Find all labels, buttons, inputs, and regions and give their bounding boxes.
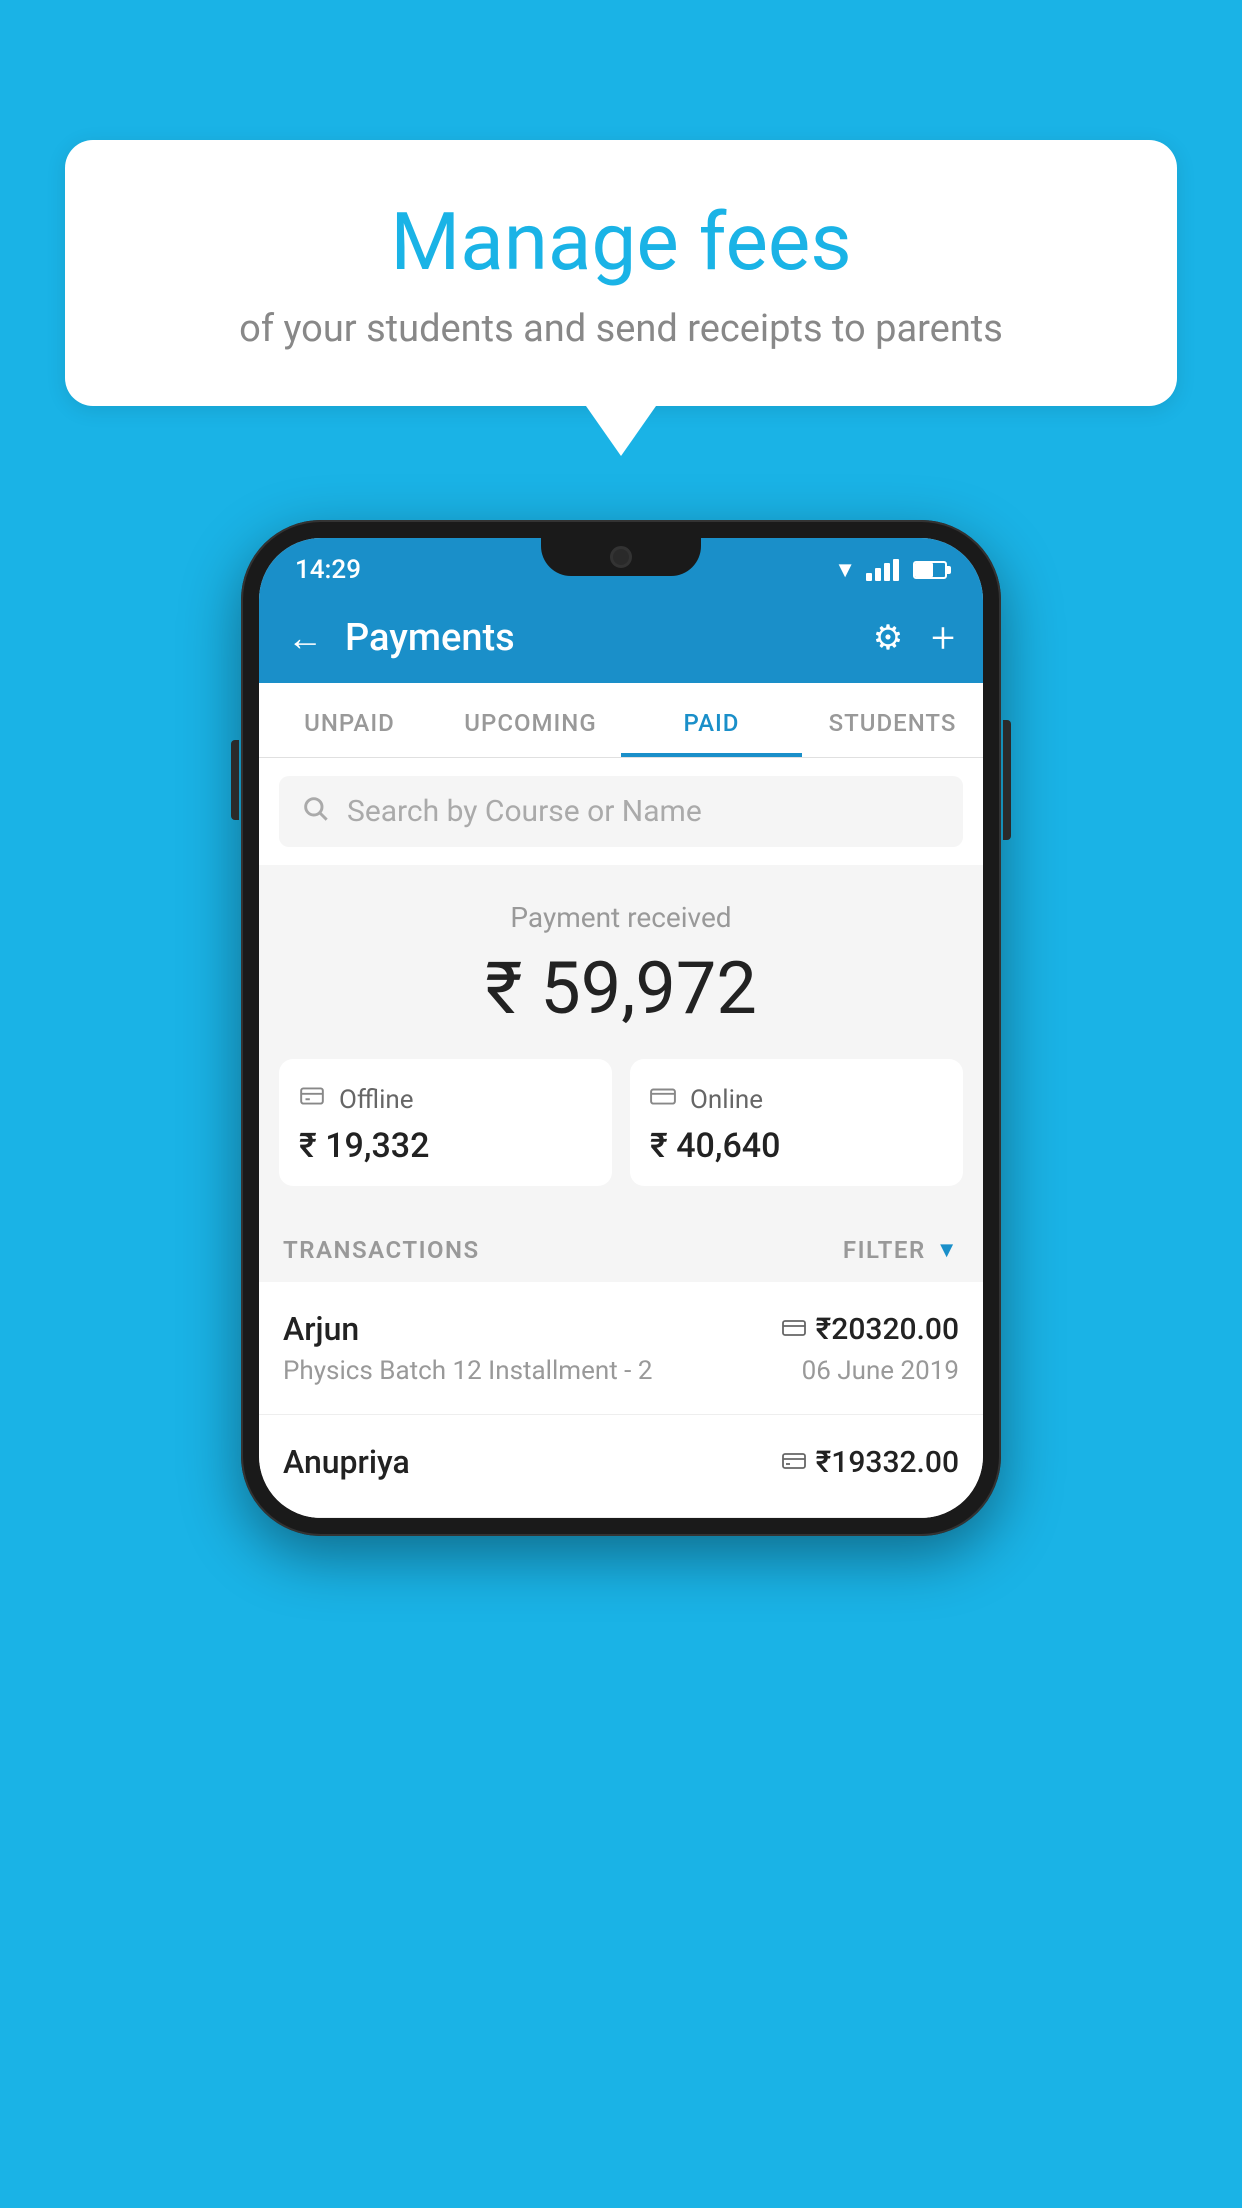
- app-header: ← Payments ⚙ +: [259, 593, 983, 683]
- battery-icon: [913, 561, 947, 579]
- bubble-subtitle: of your students and send receipts to pa…: [125, 307, 1117, 351]
- transactions-header: TRANSACTIONS FILTER ▼: [259, 1214, 983, 1282]
- wifi-icon: ▼: [834, 557, 856, 583]
- transaction-name-anupriya: Anupriya: [283, 1443, 410, 1481]
- payment-cards: Offline ₹ 19,332: [279, 1059, 963, 1186]
- filter-button[interactable]: FILTER ▼: [843, 1236, 959, 1264]
- tab-unpaid[interactable]: UNPAID: [259, 683, 440, 757]
- tab-students[interactable]: STUDENTS: [802, 683, 983, 757]
- transactions-label: TRANSACTIONS: [283, 1236, 480, 1264]
- add-button[interactable]: +: [931, 614, 955, 663]
- speech-bubble-arrow: [586, 406, 656, 456]
- offline-payment-icon: [299, 1083, 325, 1116]
- offline-payment-card: Offline ₹ 19,332: [279, 1059, 612, 1186]
- phone-notch: [541, 538, 701, 576]
- search-input-wrapper[interactable]: Search by Course or Name: [279, 776, 963, 847]
- transaction-amount-anupriya: ₹19332.00: [816, 1445, 959, 1480]
- front-camera: [610, 546, 632, 568]
- settings-icon[interactable]: ⚙: [873, 618, 903, 658]
- transaction-amount-arjun: ₹20320.00: [816, 1312, 959, 1347]
- phone-screen: 14:29 ▼: [259, 538, 983, 1518]
- signal-bars-icon: [866, 559, 899, 581]
- transaction-amount-wrap-anupriya: ₹19332.00: [782, 1445, 959, 1480]
- status-icons: ▼: [834, 557, 947, 583]
- payment-received-label: Payment received: [279, 901, 963, 934]
- filter-label: FILTER: [843, 1236, 926, 1264]
- transaction-top-anupriya: Anupriya ₹19332.00: [283, 1443, 959, 1481]
- transaction-name-arjun: Arjun: [283, 1310, 359, 1348]
- transaction-top-arjun: Arjun ₹20320.00: [283, 1310, 959, 1348]
- online-card-header: Online: [650, 1083, 943, 1116]
- phone-outer: 14:29 ▼: [241, 520, 1001, 1536]
- status-time: 14:29: [295, 555, 361, 585]
- search-placeholder-text: Search by Course or Name: [347, 794, 702, 829]
- phone-device: 14:29 ▼: [241, 520, 1001, 1536]
- speech-bubble-container: Manage fees of your students and send re…: [65, 140, 1177, 456]
- back-button[interactable]: ←: [287, 617, 323, 659]
- offline-card-header: Offline: [299, 1083, 592, 1116]
- filter-icon: ▼: [936, 1237, 959, 1263]
- offline-label: Offline: [339, 1085, 414, 1115]
- online-label: Online: [690, 1085, 763, 1115]
- tab-upcoming[interactable]: UPCOMING: [440, 683, 621, 757]
- search-icon: [301, 794, 329, 829]
- online-amount: ₹ 40,640: [650, 1126, 943, 1166]
- speech-bubble: Manage fees of your students and send re…: [65, 140, 1177, 406]
- page-title: Payments: [345, 616, 873, 660]
- table-row[interactable]: Arjun ₹20320.00 Physics Batch 12 Install…: [259, 1282, 983, 1415]
- payment-total-amount: ₹ 59,972: [279, 946, 963, 1031]
- table-row[interactable]: Anupriya ₹19332.00: [259, 1415, 983, 1518]
- transaction-course-arjun: Physics Batch 12 Installment - 2: [283, 1356, 652, 1386]
- transaction-bottom-arjun: Physics Batch 12 Installment - 2 06 June…: [283, 1356, 959, 1386]
- tabs-bar: UNPAID UPCOMING PAID STUDENTS: [259, 683, 983, 758]
- offline-amount: ₹ 19,332: [299, 1126, 592, 1166]
- online-mode-icon-arjun: [782, 1315, 806, 1343]
- transaction-date-arjun: 06 June 2019: [802, 1356, 959, 1386]
- transaction-amount-wrap-arjun: ₹20320.00: [782, 1312, 959, 1347]
- header-actions: ⚙ +: [873, 614, 955, 663]
- search-container: Search by Course or Name: [259, 758, 983, 865]
- online-payment-icon: [650, 1083, 676, 1116]
- offline-mode-icon-anupriya: [782, 1448, 806, 1476]
- online-payment-card: Online ₹ 40,640: [630, 1059, 963, 1186]
- payment-summary: Payment received ₹ 59,972: [259, 865, 983, 1214]
- bubble-title: Manage fees: [125, 195, 1117, 289]
- tab-paid[interactable]: PAID: [621, 683, 802, 757]
